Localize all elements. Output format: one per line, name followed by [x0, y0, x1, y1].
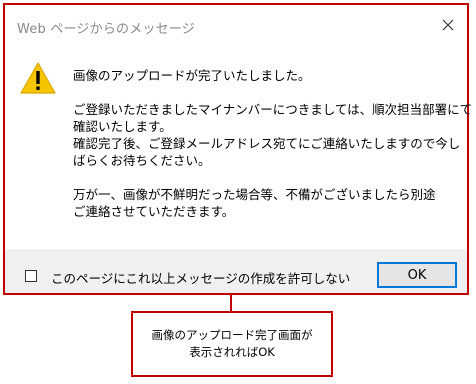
message-line	[73, 169, 461, 186]
callout-connector	[230, 295, 232, 311]
message-line: ご登録いただきましたマイナンバーにつきましては、順次担当部署にて	[73, 102, 473, 117]
message-line: ばらくお待ちください。	[73, 153, 211, 168]
dialog-message: 画像のアップロードが完了いたしました。 ご登録いただきましたマイナンバーにつきま…	[73, 67, 473, 220]
suppress-messages-checkbox[interactable]	[25, 270, 37, 282]
message-dialog: Web ページからのメッセージ 画像のアップロードが完了いたしました。 ご登録い…	[3, 3, 473, 295]
message-line: 確認完了後、ご登録メールアドレス宛てにご連絡いたしますので今し	[73, 136, 461, 151]
message-line: 画像のアップロードが完了いたしました。	[73, 68, 311, 83]
dialog-content: 画像のアップロードが完了いたしました。 ご登録いただきましたマイナンバーにつきま…	[5, 45, 473, 245]
dialog-footer: このページにこれ以上メッセージの作成を許可しない OK	[5, 249, 467, 293]
message-line: ご連絡させていただきます。	[73, 204, 235, 219]
message-line	[73, 84, 461, 101]
annotation-callout: 画像のアップロード完了画面が 表示されればOK	[131, 311, 333, 377]
warning-icon	[20, 62, 56, 94]
dialog-titlebar: Web ページからのメッセージ	[5, 5, 467, 45]
close-icon	[442, 19, 454, 31]
ok-button[interactable]: OK	[377, 262, 457, 288]
message-line: 確認いたします。	[73, 119, 172, 134]
callout-line-2: 表示されればOK	[189, 345, 275, 359]
callout-line-1: 画像のアップロード完了画面が	[151, 328, 313, 342]
dialog-title: Web ページからのメッセージ	[17, 22, 195, 37]
close-button[interactable]	[435, 13, 461, 37]
suppress-messages-label[interactable]: このページにこれ以上メッセージの作成を許可しない	[51, 268, 350, 287]
message-line: 万が一、画像が不鮮明だった場合等、不備がございましたら別途	[73, 187, 436, 202]
